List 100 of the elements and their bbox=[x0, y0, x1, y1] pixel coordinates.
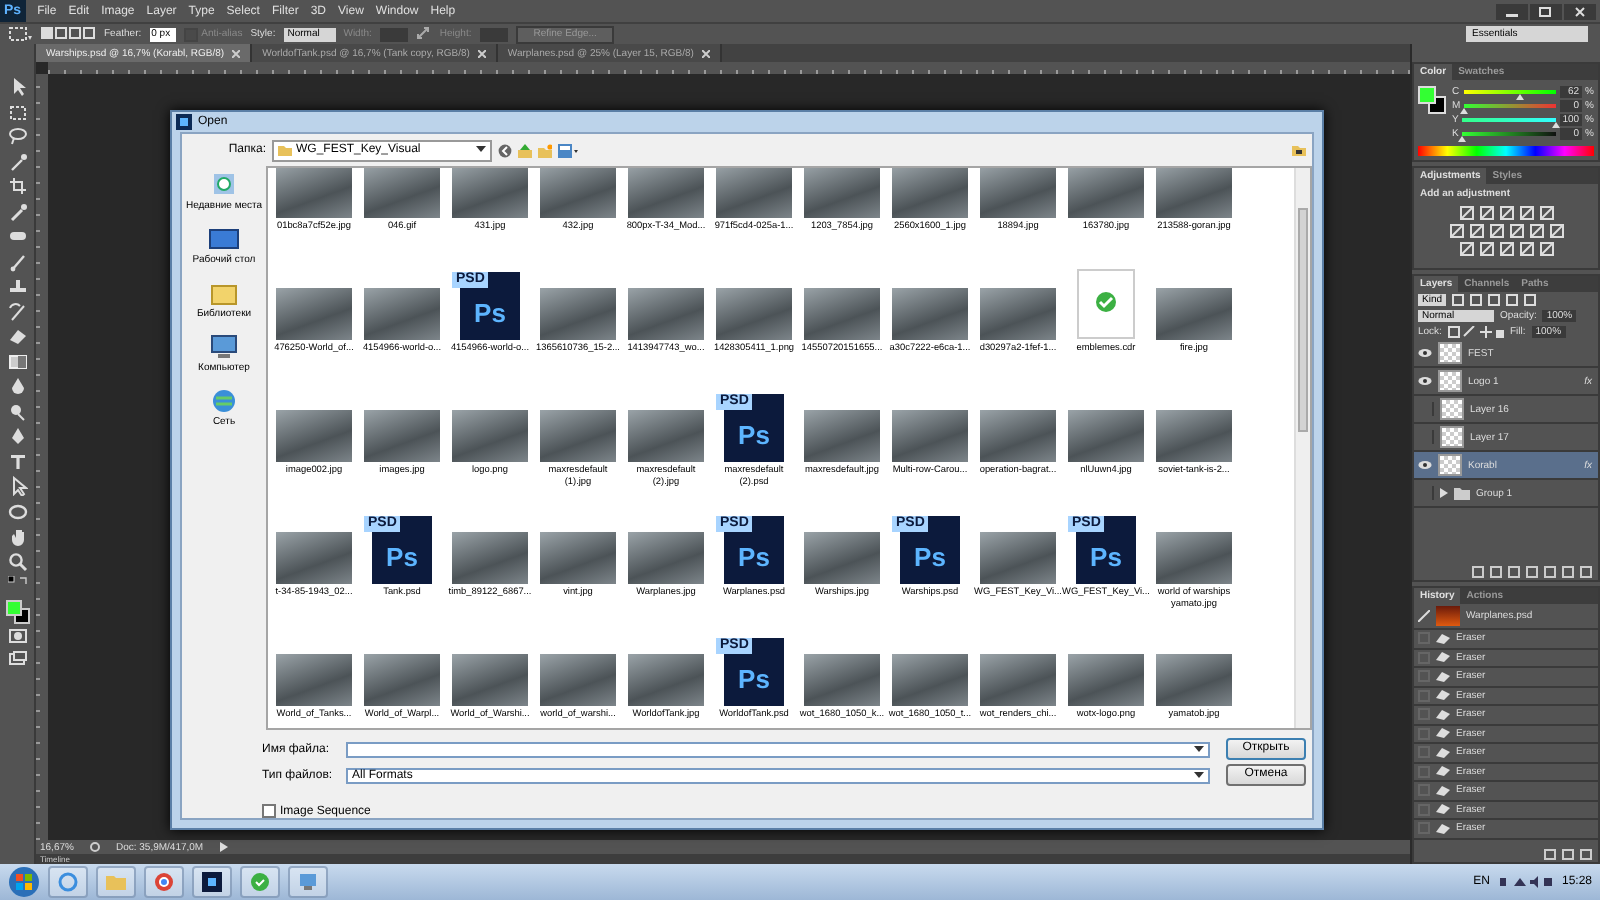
lasso-icon[interactable] bbox=[7, 126, 27, 146]
photoshop-icon bbox=[202, 872, 222, 892]
taskbar-button[interactable] bbox=[192, 866, 232, 898]
network-icon bbox=[208, 388, 240, 414]
gradient-icon[interactable] bbox=[7, 351, 27, 371]
restore-icon[interactable] bbox=[1530, 3, 1562, 19]
app-logo: Ps bbox=[738, 419, 770, 449]
marquee-tool-icon[interactable] bbox=[8, 26, 32, 42]
folder-icon bbox=[106, 872, 126, 892]
expand-icon[interactable] bbox=[219, 842, 228, 852]
photo-placeholder bbox=[804, 532, 880, 584]
photo-placeholder bbox=[364, 168, 440, 218]
close-icon[interactable] bbox=[701, 49, 710, 57]
selection-mode-icons[interactable] bbox=[40, 26, 96, 42]
filename-field[interactable] bbox=[346, 741, 1210, 757]
photo-placeholder bbox=[1156, 532, 1232, 584]
zoom-icon[interactable] bbox=[7, 551, 27, 571]
color-spectrum[interactable] bbox=[1418, 146, 1594, 156]
height-field[interactable] bbox=[479, 27, 508, 41]
eye-icon[interactable] bbox=[1418, 376, 1432, 386]
type-icon[interactable] bbox=[7, 451, 27, 471]
app-logo: Ps bbox=[738, 663, 770, 693]
image-sequence-checkbox[interactable] bbox=[262, 804, 276, 818]
layer-thumbnail bbox=[1438, 342, 1462, 364]
quick-mask-icon[interactable] bbox=[7, 628, 27, 644]
eye-icon[interactable] bbox=[1418, 460, 1432, 470]
eye-icon[interactable] bbox=[1418, 348, 1432, 358]
history-brush-icon[interactable] bbox=[7, 301, 27, 321]
photo-placeholder bbox=[892, 410, 968, 462]
photo-placeholder bbox=[980, 654, 1056, 706]
screen-mode-icon[interactable] bbox=[7, 649, 27, 665]
close-icon[interactable] bbox=[477, 49, 486, 57]
up-folder-icon[interactable] bbox=[518, 143, 532, 157]
scrollbar[interactable] bbox=[1294, 168, 1310, 728]
magic-wand-icon[interactable] bbox=[7, 151, 27, 171]
lock-options-icons[interactable] bbox=[1447, 326, 1504, 338]
libraries-icon bbox=[208, 280, 240, 306]
color-swatches-drawing[interactable] bbox=[1418, 86, 1446, 114]
history-source-checkbox[interactable] bbox=[1418, 670, 1430, 683]
photo-placeholder bbox=[540, 410, 616, 462]
history-source-checkbox[interactable] bbox=[1418, 803, 1430, 816]
history-source-checkbox[interactable] bbox=[1418, 765, 1430, 778]
photo-placeholder bbox=[1156, 288, 1232, 340]
eraser-icon[interactable] bbox=[7, 326, 27, 346]
history-source-checkbox[interactable] bbox=[1418, 784, 1430, 797]
hand-icon[interactable] bbox=[7, 526, 27, 546]
tray-icons[interactable] bbox=[1497, 874, 1554, 890]
photo-placeholder bbox=[716, 288, 792, 340]
history-source-checkbox[interactable] bbox=[1418, 632, 1430, 645]
photo-placeholder bbox=[892, 288, 968, 340]
history-source-checkbox[interactable] bbox=[1418, 708, 1430, 721]
dodge-icon[interactable] bbox=[7, 401, 27, 421]
drop-icon[interactable] bbox=[7, 376, 27, 396]
desktop-icon bbox=[208, 226, 240, 252]
photo-placeholder bbox=[980, 168, 1056, 218]
photo-placeholder bbox=[452, 168, 528, 218]
eyedropper-icon[interactable] bbox=[7, 201, 27, 221]
photo-placeholder bbox=[1156, 654, 1232, 706]
caret-icon bbox=[476, 146, 486, 154]
folder-icon[interactable] bbox=[1292, 144, 1306, 156]
close-icon[interactable] bbox=[1564, 3, 1596, 19]
history-source-checkbox[interactable] bbox=[1418, 689, 1430, 702]
history-source-checkbox[interactable] bbox=[1418, 746, 1430, 759]
stamp-icon[interactable] bbox=[7, 276, 27, 296]
view-menu-icon[interactable] bbox=[558, 143, 578, 157]
app-logo: Ps bbox=[738, 541, 770, 571]
brush-icon[interactable] bbox=[7, 251, 27, 271]
default-colors-icon[interactable] bbox=[7, 576, 27, 586]
crop-icon[interactable] bbox=[7, 176, 27, 196]
marquee-icon[interactable] bbox=[7, 101, 27, 121]
settings-icon[interactable] bbox=[89, 842, 100, 852]
check-circle-icon bbox=[250, 872, 270, 892]
photo-placeholder bbox=[980, 288, 1056, 340]
photo-placeholder bbox=[540, 532, 616, 584]
expand-arrow-icon[interactable] bbox=[1440, 488, 1448, 498]
recent-places-icon bbox=[208, 172, 240, 198]
photo-placeholder bbox=[628, 532, 704, 584]
minimize-icon[interactable] bbox=[1496, 3, 1528, 19]
history-source-checkbox[interactable] bbox=[1418, 727, 1430, 740]
app-logo: Ps bbox=[914, 541, 946, 571]
pen-icon[interactable] bbox=[7, 426, 27, 446]
path-selection-icon[interactable] bbox=[7, 476, 27, 496]
photoshop-icon bbox=[176, 114, 192, 130]
history-brush-icon[interactable] bbox=[1418, 610, 1430, 622]
photo-placeholder bbox=[540, 654, 616, 706]
ellipse-icon[interactable] bbox=[7, 501, 27, 521]
color-swatches-drawing[interactable] bbox=[5, 599, 29, 623]
healing-brush-icon[interactable] bbox=[7, 226, 27, 246]
swap-icon[interactable] bbox=[415, 26, 432, 42]
photo-placeholder bbox=[1156, 168, 1232, 218]
start-button-icon[interactable] bbox=[8, 866, 40, 898]
photo-placeholder bbox=[1068, 168, 1144, 218]
width-field[interactable] bbox=[379, 27, 408, 41]
photo-placeholder bbox=[364, 288, 440, 340]
photo-placeholder bbox=[1068, 654, 1144, 706]
back-icon[interactable] bbox=[498, 143, 512, 157]
history-source-checkbox[interactable] bbox=[1418, 822, 1430, 835]
app-logo: Ps bbox=[1090, 541, 1122, 571]
history-source-checkbox[interactable] bbox=[1418, 651, 1430, 664]
network-icon bbox=[298, 872, 318, 892]
